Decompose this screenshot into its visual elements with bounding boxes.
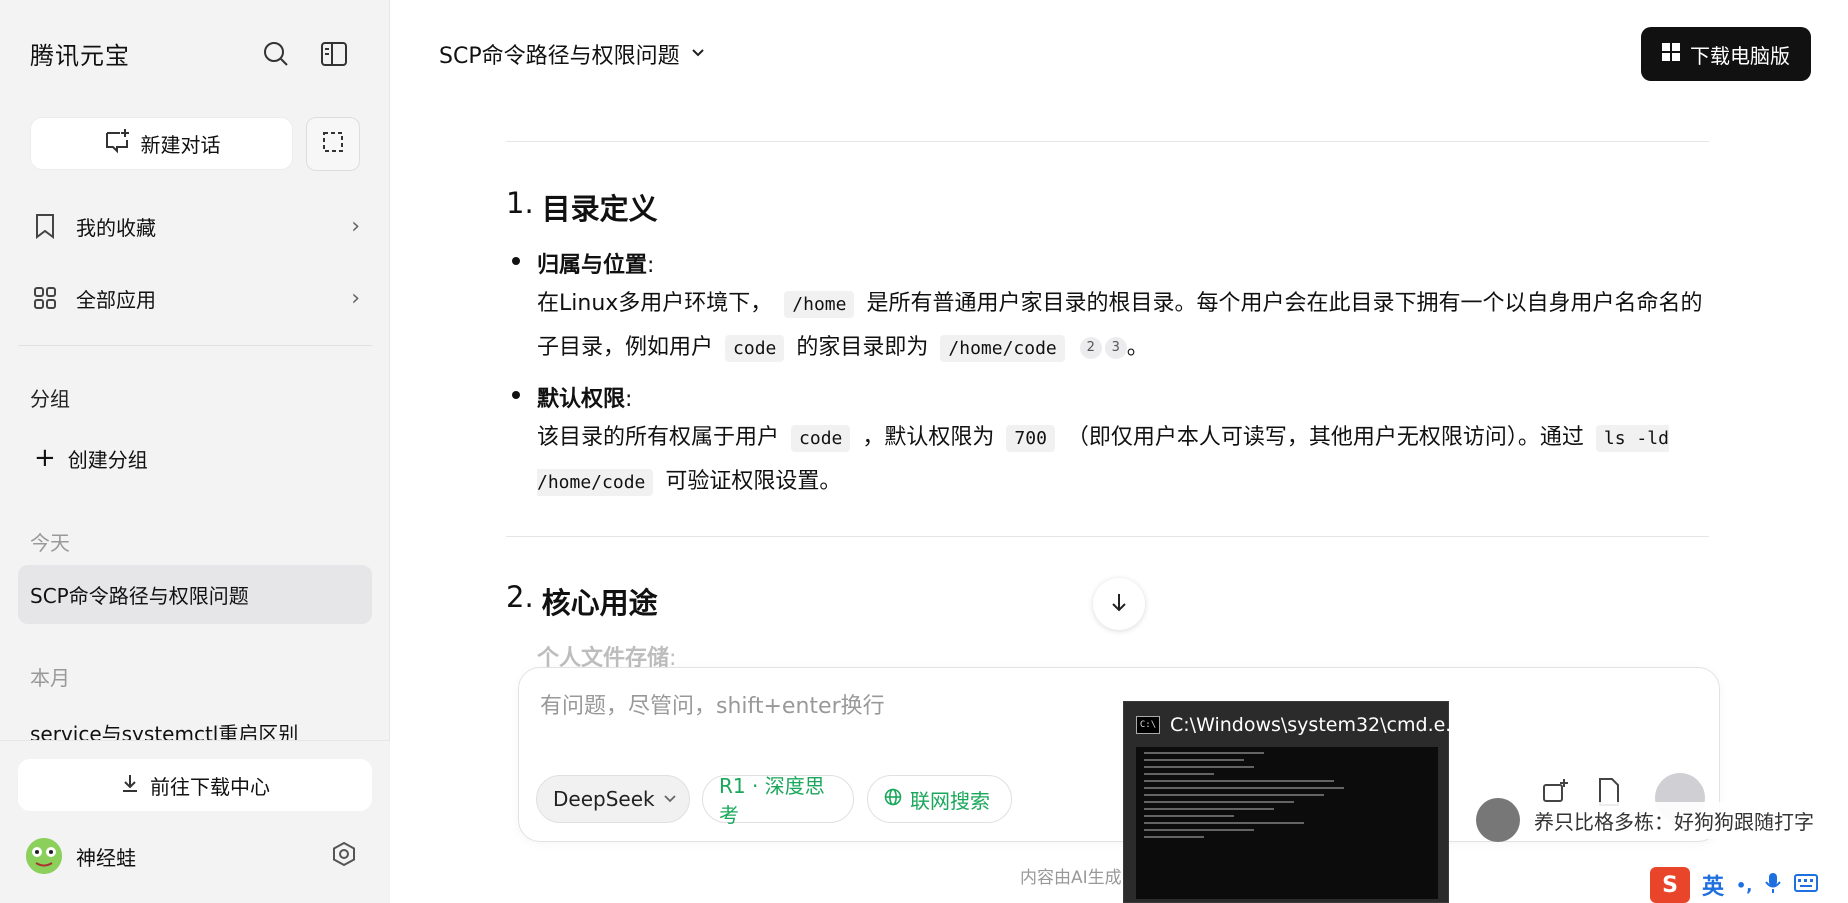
danmaku-text: 养只比格多栋：好狗狗跟随打字	[1526, 801, 1822, 839]
ime-toolbar[interactable]: S 英 •,	[1648, 867, 1848, 903]
chat-item-active[interactable]: SCP命令路径与权限问题	[18, 565, 372, 624]
today-label: 今天	[30, 531, 70, 555]
text-run: 。	[1126, 335, 1149, 360]
content-divider	[506, 536, 1709, 537]
bullet-dot	[512, 391, 520, 399]
text-run: 在Linux多用户环境下，	[537, 291, 773, 316]
page-title: SCP命令路径与权限问题	[439, 44, 680, 69]
new-chat-label: 新建对话	[140, 133, 221, 157]
deep-think-label: R1 · 深度思考	[719, 774, 825, 827]
download-center-label: 前往下载中心	[150, 774, 270, 799]
sidebar-item-label: 我的收藏	[76, 215, 156, 240]
inline-code: /home	[784, 291, 855, 318]
avatar	[26, 838, 62, 874]
download-center-button[interactable]: 前往下载中心	[18, 759, 372, 811]
new-chat-icon	[103, 127, 131, 160]
create-group-button[interactable]: + 创建分组	[34, 443, 148, 473]
sidebar-item-label: 全部应用	[76, 287, 156, 312]
download-icon	[120, 773, 140, 798]
plus-icon: +	[34, 443, 56, 473]
search-icon[interactable]	[258, 36, 294, 72]
model-selector[interactable]: DeepSeek	[536, 775, 690, 823]
ime-mode[interactable]: 英	[1702, 869, 1724, 901]
scroll-to-bottom-button[interactable]	[1093, 578, 1145, 630]
punctuation-icon[interactable]: •,	[1736, 876, 1752, 895]
inline-code: code	[725, 335, 785, 362]
citation-badge[interactable]: 2	[1079, 337, 1102, 359]
paragraph: 在Linux多用户环境下，/home 是所有普通用户家目录的根目录。每个用户会在此…	[537, 282, 1707, 370]
group-section-label: 分组	[30, 387, 70, 411]
bookmark-icon	[30, 213, 60, 239]
section-heading: 2. 核心用途	[506, 580, 658, 622]
chevron-right-icon: ›	[351, 285, 360, 311]
colon: :	[647, 253, 655, 278]
section-title: 目录定义	[541, 192, 658, 226]
cmd-icon: C:\	[1136, 716, 1160, 734]
colon: :	[625, 387, 633, 412]
selection-icon	[321, 130, 345, 158]
text-run: 可验证权限设置。	[665, 469, 842, 494]
sidebar: 腾讯元宝 新建对话 我的收藏 › 全部应用 › 分组 + 创建分组 今天 SCP…	[0, 0, 390, 903]
sidebar-item-favorites[interactable]: 我的收藏 ›	[30, 204, 360, 248]
settings-icon[interactable]	[330, 840, 358, 872]
apps-grid-icon	[30, 286, 60, 310]
brand-title: 腾讯元宝	[30, 42, 130, 70]
conversation-title[interactable]: SCP命令路径与权限问题	[439, 38, 706, 70]
section-number: 1.	[506, 186, 534, 220]
bullet-dot	[512, 257, 520, 265]
cmd-title: C:\Windows\system32\cmd.e...	[1170, 714, 1464, 736]
inline-code: 700	[1006, 425, 1055, 452]
chevron-down-icon	[690, 42, 706, 67]
windows-icon	[1662, 42, 1680, 66]
inline-code: code	[791, 425, 851, 452]
sidebar-item-all-apps[interactable]: 全部应用 ›	[30, 276, 360, 320]
text-run: 该目录的所有权属于用户	[537, 425, 780, 450]
cmd-window-preview[interactable]: C:\ C:\Windows\system32\cmd.e...	[1123, 701, 1463, 903]
sidebar-toggle-icon[interactable]	[316, 36, 352, 72]
new-chat-button[interactable]: 新建对话	[30, 117, 293, 170]
text-run: ，默认权限为	[862, 425, 995, 450]
sogou-logo-icon: S	[1650, 867, 1690, 903]
section-number: 2.	[506, 580, 534, 614]
microphone-icon[interactable]	[1764, 872, 1782, 898]
download-pc-button[interactable]: 下载电脑版	[1641, 27, 1811, 81]
text-run: 的家目录即为	[796, 335, 929, 360]
chevron-down-icon	[663, 787, 677, 811]
user-profile[interactable]: 神经蛙	[26, 838, 136, 874]
text-run: （即仅用户本人可读写，其他用户无权限访问）。通过	[1066, 425, 1584, 450]
username: 神经蛙	[76, 845, 136, 870]
bullet-heading-text: 默认权限	[537, 387, 626, 412]
model-label: DeepSeek	[553, 787, 655, 811]
danmaku-overlay: 养只比格多栋：好狗狗跟随打字	[1476, 795, 1848, 845]
cmd-screen	[1136, 747, 1438, 899]
section-title: 核心用途	[541, 586, 658, 620]
citation-badge[interactable]: 3	[1104, 337, 1127, 359]
inline-code: /home/code	[940, 335, 1065, 362]
chat-item-label: SCP命令路径与权限问题	[30, 584, 249, 608]
ai-disclaimer: 内容由AI生成	[1020, 868, 1122, 888]
deep-think-toggle[interactable]: R1 · 深度思考	[702, 774, 854, 827]
dog-mascot-icon	[1476, 798, 1520, 842]
bullet-heading: 归属与位置:	[537, 247, 654, 279]
sidebar-divider	[18, 345, 372, 346]
chevron-right-icon: ›	[351, 213, 360, 239]
create-group-label: 创建分组	[67, 447, 148, 472]
keyboard-icon[interactable]	[1794, 873, 1819, 897]
download-pc-label: 下载电脑版	[1690, 43, 1790, 68]
section-heading: 1. 目录定义	[506, 186, 658, 228]
content-divider	[506, 141, 1709, 142]
web-search-label: 联网搜索	[910, 788, 990, 813]
paragraph: 该目录的所有权属于用户 code ，默认权限为 700 （即仅用户本人可读写，其他用户无…	[537, 416, 1707, 504]
web-search-toggle[interactable]: 联网搜索	[867, 775, 1012, 823]
message-input[interactable]: 有问题，尽管问，shift+enter换行	[540, 688, 885, 720]
cmd-title-bar: C:\ C:\Windows\system32\cmd.e...	[1136, 714, 1463, 736]
bullet-heading: 默认权限:	[537, 381, 632, 413]
arrow-down-icon	[1108, 591, 1130, 617]
select-area-button[interactable]	[306, 117, 360, 171]
bullet-heading-text: 归属与位置	[537, 253, 648, 278]
month-label: 本月	[30, 666, 70, 690]
globe-icon	[884, 787, 902, 811]
